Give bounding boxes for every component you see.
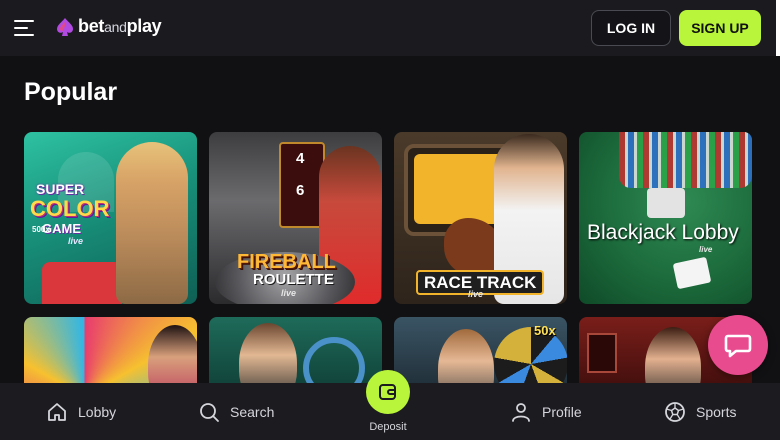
- live-badge: live: [281, 288, 297, 298]
- header-edge: [776, 0, 780, 56]
- live-chat-button[interactable]: [708, 315, 768, 375]
- game-title-line: COLOR: [30, 196, 110, 221]
- dealer-image: [116, 142, 188, 304]
- user-icon: [512, 402, 530, 422]
- login-button[interactable]: LOG IN: [591, 10, 671, 46]
- game-title-line: Blackjack Lobby: [587, 221, 739, 244]
- game-title-line: ROULETTE: [253, 271, 334, 288]
- live-badge: live: [468, 289, 484, 299]
- nav-sports[interactable]: Sports: [664, 383, 736, 440]
- playing-cards: [672, 256, 712, 290]
- game-tile-blackjack-lobby[interactable]: Blackjack Lobby live: [579, 132, 752, 304]
- section-title: Popular: [24, 78, 118, 106]
- game-tile-race-track[interactable]: RACE TRACK live: [394, 132, 567, 304]
- live-badge: live: [68, 236, 84, 246]
- game-title-line: SUPER: [36, 181, 85, 197]
- card-shoe: [647, 188, 685, 218]
- menu-button[interactable]: [14, 14, 42, 42]
- multiplier-badge: 50x: [534, 323, 556, 338]
- signup-button[interactable]: SIGN UP: [679, 10, 761, 46]
- nav-label: Profile: [542, 403, 582, 420]
- home-icon: [48, 402, 66, 421]
- hamburger-icon-line: [14, 27, 28, 29]
- soccer-ball-icon: [665, 401, 685, 422]
- brand-name: betandplay: [78, 16, 162, 36]
- nav-label: Sports: [696, 403, 737, 420]
- game-title-line: FIREBALL: [237, 251, 336, 273]
- tile-decor: [42, 262, 122, 304]
- top-header: betandplay LOG IN SIGN UP: [0, 0, 780, 56]
- game-tile-super-color-game[interactable]: SUPER COLOR GAME live 500x: [24, 132, 197, 304]
- chip-stacks: [619, 132, 752, 188]
- nav-profile[interactable]: Profile: [510, 383, 582, 440]
- nav-search[interactable]: Search: [198, 383, 274, 440]
- wallet-icon: [379, 384, 396, 400]
- board-number: 6: [296, 182, 305, 199]
- board-number: 4: [296, 150, 305, 167]
- brand-logo[interactable]: betandplay: [56, 16, 162, 37]
- logo-spade-icon: [57, 17, 73, 36]
- game-tile-fireball-roulette[interactable]: 4 6 FIREBALL ROULETTE live: [209, 132, 382, 304]
- nav-label: Lobby: [78, 403, 117, 420]
- live-badge: live: [699, 245, 713, 254]
- tile-decor: [587, 333, 617, 373]
- hamburger-icon-line: [14, 34, 34, 36]
- hamburger-icon-line: [14, 20, 34, 22]
- nav-lobby[interactable]: Lobby: [46, 383, 116, 440]
- search-icon: [200, 402, 219, 422]
- deposit-button[interactable]: [366, 370, 410, 414]
- multiplier-badge: 500x: [32, 225, 50, 234]
- chat-icon: [724, 334, 752, 358]
- nav-label: Search: [230, 403, 275, 420]
- deposit-label[interactable]: Deposit: [358, 421, 418, 433]
